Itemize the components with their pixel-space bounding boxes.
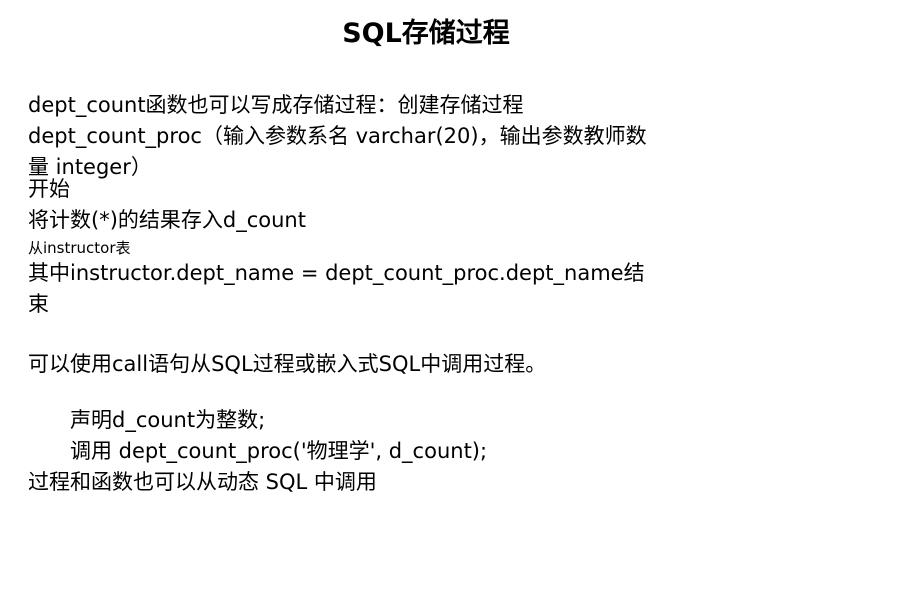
text-line-9: 可以使用call语句从SQL过程或嵌入式SQL中调用过程。 xyxy=(28,352,547,376)
text-line-2: dept_count_proc（输入参数系名 varchar(20)，输出参数教… xyxy=(28,124,647,148)
slide-title: SQL存储过程 xyxy=(342,18,510,49)
text-line-12: 过程和函数也可以从动态 SQL 中调用 xyxy=(28,470,377,494)
text-line-6: 从instructor表 xyxy=(28,239,131,257)
text-line-1: dept_count函数也可以写成存储过程：创建存储过程 xyxy=(28,93,524,117)
slide-body: dept_count函数也可以写成存储过程：创建存储过程 dept_count_… xyxy=(28,90,668,498)
text-line-7: 其中instructor.dept_name = dept_count_proc… xyxy=(28,261,645,285)
code-line-call: 调用 dept_count_proc('物理学', d_count); xyxy=(70,439,488,463)
text-line-5: 将计数(*)的结果存入d_count xyxy=(28,208,306,232)
text-line-8: 束 xyxy=(28,292,49,316)
code-line-declare: 声明d_count为整数; xyxy=(70,408,266,432)
